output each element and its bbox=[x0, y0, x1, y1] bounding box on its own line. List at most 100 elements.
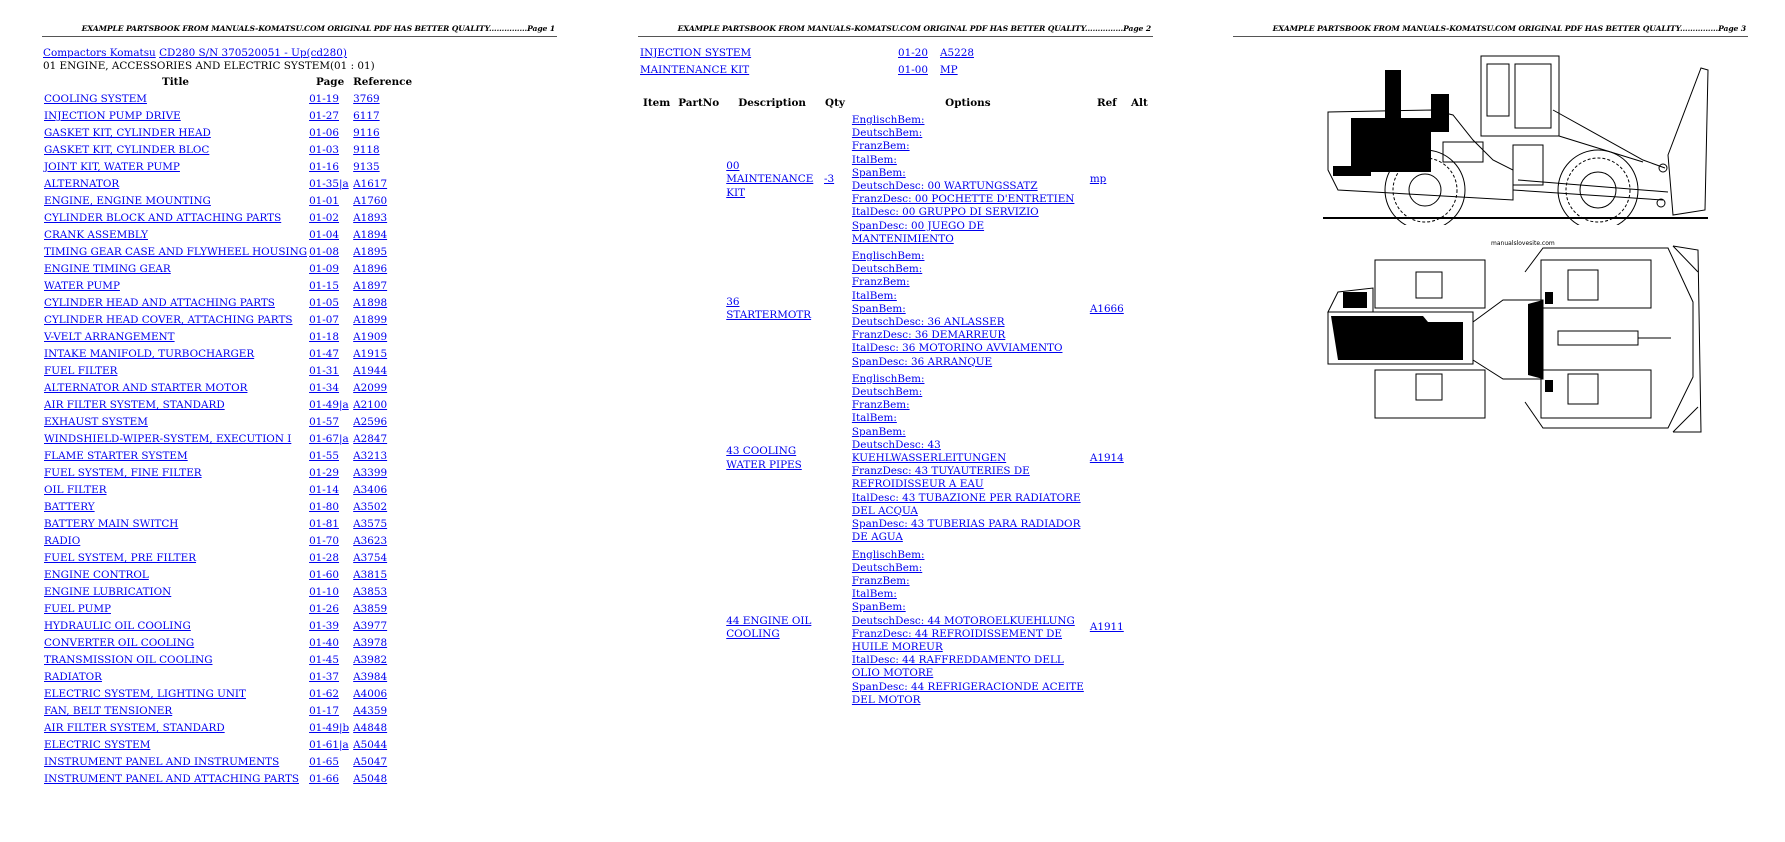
option-line-link[interactable]: KUEHLWASSERLEITUNGEN bbox=[852, 452, 1084, 465]
row-page-link[interactable]: 01-07 bbox=[309, 314, 339, 326]
row-reference-link[interactable]: A5048 bbox=[353, 773, 387, 785]
part-description-link[interactable]: 43 COOLING WATER PIPES bbox=[726, 445, 802, 470]
row-title-link[interactable]: ELECTRIC SYSTEM, LIGHTING UNIT bbox=[44, 688, 246, 700]
row-page-link[interactable]: 01-14 bbox=[309, 484, 339, 496]
row-title-link[interactable]: INTAKE MANIFOLD, TURBOCHARGER bbox=[44, 348, 254, 360]
row-title-link[interactable]: RADIATOR bbox=[44, 671, 102, 683]
option-line-link[interactable]: ItalDesc: 00 GRUPPO DI SERVIZIO bbox=[852, 206, 1084, 219]
option-line-link[interactable]: OLIO MOTORE bbox=[852, 667, 1084, 680]
option-line-link[interactable]: EnglischBem: bbox=[852, 114, 1084, 127]
option-line-link[interactable]: DeutschBem: bbox=[852, 386, 1084, 399]
row-reference-link[interactable]: A3984 bbox=[353, 671, 387, 683]
row-page-link[interactable]: 01-62 bbox=[309, 688, 339, 700]
part-qty-link[interactable]: -3 bbox=[824, 173, 834, 185]
option-line-link[interactable]: FranzBem: bbox=[852, 399, 1084, 412]
row-title-link[interactable]: MAINTENANCE KIT bbox=[640, 64, 749, 76]
row-reference-link[interactable]: A3502 bbox=[353, 501, 387, 513]
row-title-link[interactable]: RADIO bbox=[44, 535, 80, 547]
option-line-link[interactable]: FranzBem: bbox=[852, 140, 1084, 153]
row-reference-link[interactable]: A3815 bbox=[353, 569, 387, 581]
option-line-link[interactable]: FranzDesc: 43 TUYAUTERIES DE bbox=[852, 465, 1084, 478]
row-title-link[interactable]: WINDSHIELD-WIPER-SYSTEM, EXECUTION I bbox=[44, 433, 291, 445]
row-title-link[interactable]: ENGINE, ENGINE MOUNTING bbox=[44, 195, 211, 207]
option-line-link[interactable]: DeutschBem: bbox=[852, 263, 1084, 276]
row-page-link[interactable]: 01-80 bbox=[309, 501, 339, 513]
row-page-link[interactable]: 01-06 bbox=[309, 127, 339, 139]
row-title-link[interactable]: BATTERY bbox=[44, 501, 95, 513]
row-title-link[interactable]: EXHAUST SYSTEM bbox=[44, 416, 148, 428]
row-reference-link[interactable]: A1896 bbox=[353, 263, 387, 275]
row-page-link[interactable]: 01-04 bbox=[309, 229, 339, 241]
row-page-link[interactable]: 01-49|b bbox=[309, 722, 349, 734]
row-reference-link[interactable]: A1894 bbox=[353, 229, 387, 241]
row-reference-link[interactable]: A3978 bbox=[353, 637, 387, 649]
row-page-link[interactable]: 01-37 bbox=[309, 671, 339, 683]
row-title-link[interactable]: CYLINDER BLOCK AND ATTACHING PARTS bbox=[44, 212, 281, 224]
option-line-link[interactable]: ItalDesc: 36 MOTORINO AVVIAMENTO bbox=[852, 342, 1084, 355]
row-title-link[interactable]: INJECTION SYSTEM bbox=[640, 47, 751, 59]
row-title-link[interactable]: ELECTRIC SYSTEM bbox=[44, 739, 150, 751]
row-page-link[interactable]: 01-01 bbox=[309, 195, 339, 207]
row-title-link[interactable]: TIMING GEAR CASE AND FLYWHEEL HOUSING bbox=[44, 246, 307, 258]
row-page-link[interactable]: 01-67|a bbox=[309, 433, 349, 445]
row-reference-link[interactable]: A3575 bbox=[353, 518, 387, 530]
row-title-link[interactable]: CYLINDER HEAD COVER, ATTACHING PARTS bbox=[44, 314, 293, 326]
option-line-link[interactable]: ItalBem: bbox=[852, 588, 1084, 601]
option-line-link[interactable]: DeutschDesc: 43 bbox=[852, 439, 1084, 452]
row-title-link[interactable]: CYLINDER HEAD AND ATTACHING PARTS bbox=[44, 297, 275, 309]
row-reference-link[interactable]: A1760 bbox=[353, 195, 387, 207]
row-page-link[interactable]: 01-70 bbox=[309, 535, 339, 547]
row-page-link[interactable]: 01-27 bbox=[309, 110, 339, 122]
row-reference-link[interactable]: A3853 bbox=[353, 586, 387, 598]
option-line-link[interactable]: SpanBem: bbox=[852, 426, 1084, 439]
row-page-link[interactable]: 01-47 bbox=[309, 348, 339, 360]
row-title-link[interactable]: ENGINE TIMING GEAR bbox=[44, 263, 171, 275]
row-page-link[interactable]: 01-65 bbox=[309, 756, 339, 768]
row-reference-link[interactable]: A2100 bbox=[353, 399, 387, 411]
row-reference-link[interactable]: A4848 bbox=[353, 722, 387, 734]
row-page-link[interactable]: 01-09 bbox=[309, 263, 339, 275]
row-reference-link[interactable]: A3623 bbox=[353, 535, 387, 547]
option-line-link[interactable]: EnglischBem: bbox=[852, 373, 1084, 386]
option-line-link[interactable]: FranzBem: bbox=[852, 575, 1084, 588]
row-title-link[interactable]: ENGINE CONTROL bbox=[44, 569, 149, 581]
row-page-link[interactable]: 01-55 bbox=[309, 450, 339, 462]
option-line-link[interactable]: ItalBem: bbox=[852, 412, 1084, 425]
row-title-link[interactable]: AIR FILTER SYSTEM, STANDARD bbox=[44, 399, 225, 411]
option-line-link[interactable]: DEL ACQUA bbox=[852, 505, 1084, 518]
option-line-link[interactable]: DEL MOTOR bbox=[852, 694, 1084, 707]
row-reference-link[interactable]: A3406 bbox=[353, 484, 387, 496]
row-reference-link[interactable]: A1944 bbox=[353, 365, 387, 377]
option-line-link[interactable]: SpanDesc: 43 TUBERIAS PARA RADIADOR bbox=[852, 518, 1084, 531]
row-title-link[interactable]: FUEL FILTER bbox=[44, 365, 117, 377]
row-reference-link[interactable]: A5047 bbox=[353, 756, 387, 768]
option-line-link[interactable]: SpanDesc: 00 JUEGO DE bbox=[852, 220, 1084, 233]
row-page-link[interactable]: 01-66 bbox=[309, 773, 339, 785]
option-line-link[interactable]: SpanDesc: 44 REFRIGERACIONDE ACEITE bbox=[852, 681, 1084, 694]
row-reference-link[interactable]: A4006 bbox=[353, 688, 387, 700]
row-reference-link[interactable]: A3213 bbox=[353, 450, 387, 462]
option-line-link[interactable]: DeutschDesc: 44 MOTOROELKUEHLUNG bbox=[852, 615, 1084, 628]
row-reference-link[interactable]: A1898 bbox=[353, 297, 387, 309]
row-page-link[interactable]: 01-61|a bbox=[309, 739, 349, 751]
row-page-link[interactable]: 01-60 bbox=[309, 569, 339, 581]
option-line-link[interactable]: HUILE MOREUR bbox=[852, 641, 1084, 654]
row-title-link[interactable]: INJECTION PUMP DRIVE bbox=[44, 110, 181, 122]
row-page-link[interactable]: 01-35|a bbox=[309, 178, 349, 190]
option-line-link[interactable]: DE AGUA bbox=[852, 531, 1084, 544]
row-title-link[interactable]: INSTRUMENT PANEL AND ATTACHING PARTS bbox=[44, 773, 299, 785]
row-reference-link[interactable]: A2099 bbox=[353, 382, 387, 394]
option-line-link[interactable]: SpanBem: bbox=[852, 601, 1084, 614]
row-page-link[interactable]: 01-28 bbox=[309, 552, 339, 564]
option-line-link[interactable]: REFROIDISSEUR A EAU bbox=[852, 478, 1084, 491]
row-page-link[interactable]: 01-39 bbox=[309, 620, 339, 632]
row-reference-link[interactable]: A3859 bbox=[353, 603, 387, 615]
row-title-link[interactable]: JOINT KIT, WATER PUMP bbox=[44, 161, 180, 173]
row-page-link[interactable]: 01-29 bbox=[309, 467, 339, 479]
row-page-link[interactable]: 01-00 bbox=[898, 64, 928, 76]
part-ref-link[interactable]: mp bbox=[1090, 173, 1107, 185]
row-title-link[interactable]: GASKET KIT, CYLINDER BLOC bbox=[44, 144, 209, 156]
row-title-link[interactable]: ENGINE LUBRICATION bbox=[44, 586, 171, 598]
option-line-link[interactable]: DeutschDesc: 36 ANLASSER bbox=[852, 316, 1084, 329]
row-title-link[interactable]: AIR FILTER SYSTEM, STANDARD bbox=[44, 722, 225, 734]
